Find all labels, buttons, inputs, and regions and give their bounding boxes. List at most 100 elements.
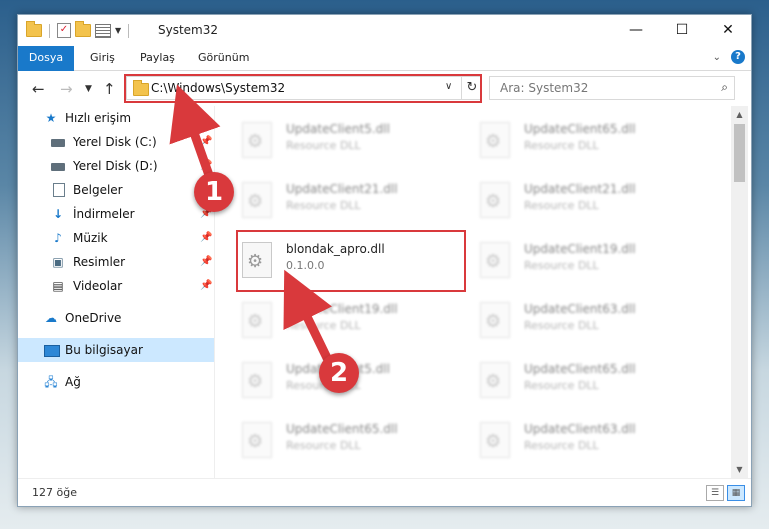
- vertical-scrollbar[interactable]: ▲ ▼: [731, 106, 748, 478]
- tiles-view-icon[interactable]: ▦: [727, 485, 745, 501]
- sidebar-item-downloads[interactable]: ↓ İndirmeler 📌: [18, 202, 214, 226]
- tab-view[interactable]: Görünüm: [198, 46, 249, 70]
- sidebar-item-label: Bu bilgisayar: [65, 343, 143, 357]
- tab-share[interactable]: Paylaş: [140, 46, 175, 70]
- dll-file-icon: [480, 182, 510, 218]
- recent-locations-icon[interactable]: ▼: [85, 84, 92, 94]
- properties-check-icon[interactable]: ✓: [57, 23, 71, 38]
- file-item[interactable]: UpdateClient19.dll Resource DLL: [242, 300, 462, 344]
- dll-file-icon: [480, 362, 510, 398]
- window-title: System32: [158, 23, 219, 37]
- file-name: UpdateClient65.dll: [524, 122, 636, 136]
- sidebar-item-label: Yerel Disk (C:): [73, 135, 157, 149]
- sidebar-item-music[interactable]: ♪ Müzik 📌: [18, 226, 214, 250]
- quick-access-toolbar: ✓ ▼: [26, 21, 132, 38]
- file-description: Resource DLL: [524, 439, 599, 452]
- close-button[interactable]: ✕: [705, 15, 751, 45]
- file-list: UpdateClient5.dll Resource DLL UpdateCli…: [215, 106, 731, 478]
- search-placeholder[interactable]: Ara: System32: [500, 81, 588, 95]
- sidebar-item-label: Videolar: [73, 279, 123, 293]
- sidebar-item-label: Hızlı erişim: [65, 111, 132, 125]
- file-item[interactable]: UpdateClient5.dll Resource DLL: [242, 120, 462, 164]
- sidebar-item-onedrive[interactable]: ☁ OneDrive: [18, 306, 214, 330]
- title-bar: ✓ ▼ System32 — ☐ ✕: [18, 15, 751, 46]
- navigation-pane: ★ Hızlı erişim Yerel Disk (C:) 📌 Yerel D…: [18, 106, 215, 478]
- star-icon: ★: [45, 111, 57, 125]
- dll-file-icon: [242, 302, 272, 338]
- new-folder-icon[interactable]: [75, 21, 91, 37]
- file-item[interactable]: UpdateClient65.dll Resource DLL: [480, 120, 700, 164]
- sidebar-item-this-pc[interactable]: Bu bilgisayar: [18, 338, 214, 362]
- search-box[interactable]: Ara: System32 ⌕: [489, 76, 735, 100]
- file-description: Resource DLL: [524, 379, 599, 392]
- sidebar-item-label: Müzik: [73, 231, 108, 245]
- file-name: UpdateClient21.dll: [524, 182, 636, 196]
- file-item[interactable]: UpdateClient65.dll Resource DLL: [480, 360, 700, 404]
- sidebar-item-documents[interactable]: Belgeler 📌: [18, 178, 214, 202]
- step-2-badge: 2: [319, 353, 359, 393]
- drive-icon: [51, 139, 65, 147]
- picture-icon: ▣: [52, 255, 64, 269]
- file-item[interactable]: UpdateClient63.dll Resource DLL: [480, 300, 700, 344]
- sidebar-item-label: İndirmeler: [73, 207, 135, 221]
- up-arrow-icon[interactable]: ↑: [103, 80, 116, 98]
- pin-icon: 📌: [200, 136, 213, 147]
- details-view-icon[interactable]: ☰: [706, 485, 724, 501]
- toolbar-divider: [128, 23, 130, 38]
- expand-ribbon-icon[interactable]: ⌄: [713, 52, 721, 63]
- scroll-up-icon[interactable]: ▲: [731, 106, 748, 123]
- minimize-button[interactable]: —: [613, 15, 659, 45]
- file-item[interactable]: UpdateClient21.dll Resource DLL: [480, 180, 700, 224]
- maximize-button[interactable]: ☐: [659, 15, 705, 45]
- address-bar-highlight: [124, 74, 482, 103]
- document-icon: [53, 183, 65, 197]
- pin-icon: 📌: [200, 280, 213, 291]
- file-description: Resource DLL: [286, 199, 361, 212]
- tab-home[interactable]: Giriş: [90, 46, 115, 70]
- file-description: Resource DLL: [524, 259, 599, 272]
- search-icon[interactable]: ⌕: [721, 80, 728, 95]
- file-description: Resource DLL: [286, 139, 361, 152]
- file-item[interactable]: UpdateClient21.dll Resource DLL: [242, 180, 462, 224]
- video-icon: ▤: [52, 279, 64, 293]
- file-name: UpdateClient63.dll: [524, 422, 636, 436]
- sidebar-item-disk-c[interactable]: Yerel Disk (C:) 📌: [18, 130, 214, 154]
- status-bar: 127 öğe ☰ ▦: [18, 478, 751, 506]
- sidebar-item-videos[interactable]: ▤ Videolar 📌: [18, 274, 214, 298]
- drive-icon: [51, 163, 65, 171]
- back-arrow-icon[interactable]: ←: [32, 80, 45, 98]
- sidebar-item-label: OneDrive: [65, 311, 122, 325]
- item-count: 127 öğe: [32, 486, 77, 499]
- file-name: UpdateClient21.dll: [286, 182, 398, 196]
- computer-icon: [44, 345, 60, 357]
- download-icon: ↓: [52, 207, 64, 221]
- file-description: Resource DLL: [286, 319, 361, 332]
- file-item[interactable]: UpdateClient65.dll Resource DLL: [242, 420, 462, 464]
- cloud-icon: ☁: [45, 311, 57, 325]
- sidebar-item-label: Resimler: [73, 255, 126, 269]
- dll-file-icon: [242, 422, 272, 458]
- ribbon-right-controls: ⌄ ?: [713, 50, 745, 64]
- forward-arrow-icon[interactable]: →: [60, 80, 73, 98]
- sidebar-item-quick-access[interactable]: ★ Hızlı erişim: [18, 106, 214, 130]
- file-item[interactable]: UpdateClient63.dll Resource DLL: [480, 420, 700, 464]
- sidebar-item-network[interactable]: 🖧 Ağ: [18, 370, 214, 394]
- dll-file-icon: [480, 242, 510, 278]
- step-1-badge: 1: [194, 172, 234, 212]
- file-item[interactable]: UpdateClient19.dll Resource DLL: [480, 240, 700, 284]
- window-controls: — ☐ ✕: [613, 15, 751, 45]
- help-icon[interactable]: ?: [731, 50, 745, 64]
- pin-icon: 📌: [200, 232, 213, 243]
- properties-icon[interactable]: [95, 23, 111, 38]
- file-name: UpdateClient19.dll: [524, 242, 636, 256]
- sidebar-item-label: Belgeler: [73, 183, 123, 197]
- scroll-down-icon[interactable]: ▼: [731, 461, 748, 478]
- network-icon: 🖧: [44, 375, 58, 389]
- scroll-thumb[interactable]: [734, 124, 745, 182]
- file-name: UpdateClient5.dll: [286, 122, 390, 136]
- sidebar-item-label: Yerel Disk (D:): [73, 159, 158, 173]
- sidebar-item-disk-d[interactable]: Yerel Disk (D:) 📌: [18, 154, 214, 178]
- qat-dropdown-icon[interactable]: ▼: [115, 26, 121, 35]
- file-description: Resource DLL: [286, 439, 361, 452]
- sidebar-item-pictures[interactable]: ▣ Resimler 📌: [18, 250, 214, 274]
